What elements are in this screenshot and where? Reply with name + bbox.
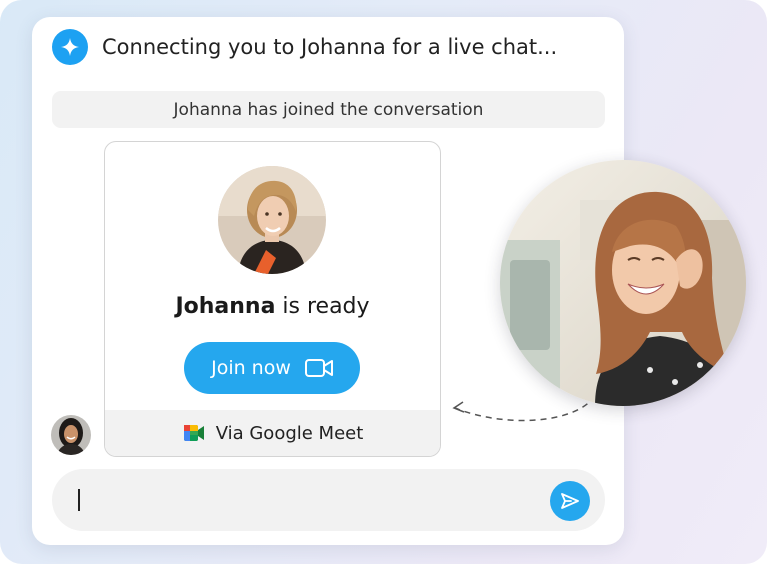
ready-status-suffix: is ready bbox=[275, 294, 370, 319]
message-input[interactable] bbox=[52, 469, 605, 531]
system-notice: Johanna has joined the conversation bbox=[52, 91, 605, 128]
live-video-preview bbox=[500, 160, 746, 406]
video-camera-icon bbox=[304, 359, 333, 377]
join-now-label: Join now bbox=[211, 357, 291, 379]
system-notice-text: Johanna has joined the conversation bbox=[173, 99, 484, 120]
footer-label: Via Google Meet bbox=[215, 422, 364, 444]
chat-header: Connecting you to Johanna for a live cha… bbox=[52, 27, 557, 67]
agent-name: Johanna bbox=[175, 294, 276, 319]
send-button[interactable] bbox=[550, 481, 590, 521]
paper-plane-icon bbox=[561, 493, 579, 509]
header-title: Connecting you to Johanna for a live cha… bbox=[102, 35, 558, 59]
agent-ready-card: Johanna is ready Join now Via Google Mee… bbox=[104, 141, 441, 457]
agent-avatar bbox=[51, 415, 91, 455]
text-caret bbox=[78, 489, 80, 511]
agent-photo bbox=[218, 166, 326, 274]
sparkle-icon bbox=[52, 29, 88, 65]
ready-status: Johanna is ready bbox=[105, 294, 440, 319]
google-meet-icon bbox=[182, 423, 206, 443]
card-footer: Via Google Meet bbox=[105, 410, 440, 456]
join-now-button[interactable]: Join now bbox=[184, 342, 360, 394]
